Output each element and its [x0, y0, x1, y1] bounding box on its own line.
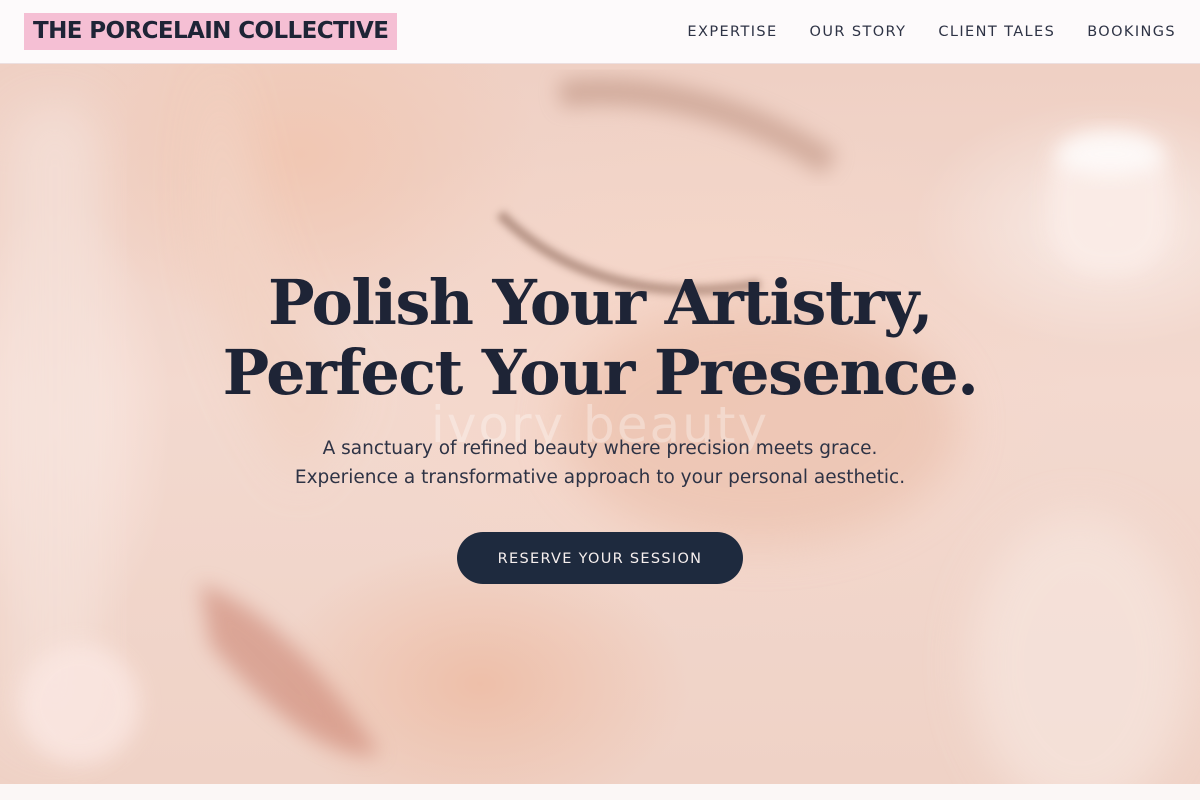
- hero-subtext: A sanctuary of refined beauty where prec…: [0, 434, 1200, 492]
- nav-link-client-tales[interactable]: CLIENT TALES: [938, 24, 1055, 40]
- hero-subtext-line-1: A sanctuary of refined beauty where prec…: [322, 438, 878, 459]
- site-logo[interactable]: THE PORCELAIN COLLECTIVE: [24, 13, 398, 50]
- hero-subtext-line-2: Experience a transformative approach to …: [294, 467, 906, 488]
- nav-link-bookings[interactable]: BOOKINGS: [1087, 24, 1176, 40]
- main-nav: EXPERTISE OUR STORY CLIENT TALES BOOKING…: [655, 24, 1176, 40]
- hero-headline-line-2: Perfect Your Presence.: [222, 336, 979, 409]
- reserve-session-button[interactable]: RESERVE YOUR SESSION: [457, 532, 743, 584]
- hero-headline: Polish Your Artistry, Perfect Your Prese…: [0, 268, 1200, 408]
- nav-link-expertise[interactable]: EXPERTISE: [687, 24, 777, 40]
- hero-section: ivory beauty Polish Your Artistry, Perfe…: [0, 64, 1200, 784]
- hero-headline-line-1: Polish Your Artistry,: [268, 266, 933, 339]
- page-bottom-strip: [0, 784, 1200, 800]
- hero-content: Polish Your Artistry, Perfect Your Prese…: [0, 268, 1200, 584]
- site-header: THE PORCELAIN COLLECTIVE EXPERTISE OUR S…: [0, 0, 1200, 64]
- nav-link-our-story[interactable]: OUR STORY: [810, 24, 907, 40]
